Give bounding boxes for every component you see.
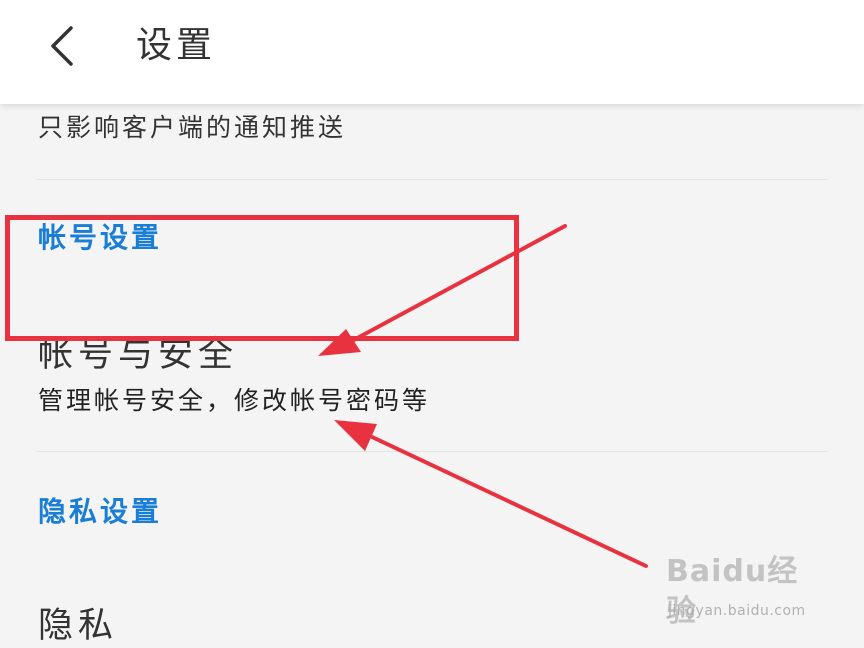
- top-app-bar: 设置: [0, 0, 864, 104]
- chevron-left-icon: [51, 26, 73, 66]
- divider: [36, 451, 828, 452]
- watermark-logo: Baidu经验: [666, 554, 799, 629]
- highlight-box: [5, 215, 519, 341]
- notification-note: 只影响客户端的通知推送: [38, 113, 347, 142]
- page-title: 设置: [136, 25, 217, 66]
- privacy-title: 隐私: [38, 606, 119, 646]
- divider: [36, 179, 828, 180]
- account-security-subtitle: 管理帐号安全，修改帐号密码等: [38, 386, 431, 415]
- section-title-privacy: 隐私设置: [38, 495, 163, 528]
- baidu-watermark: Baidu经验 jingyan.baidu.com: [666, 552, 826, 632]
- back-button[interactable]: [36, 22, 88, 70]
- watermark-url: jingyan.baidu.com: [668, 603, 806, 619]
